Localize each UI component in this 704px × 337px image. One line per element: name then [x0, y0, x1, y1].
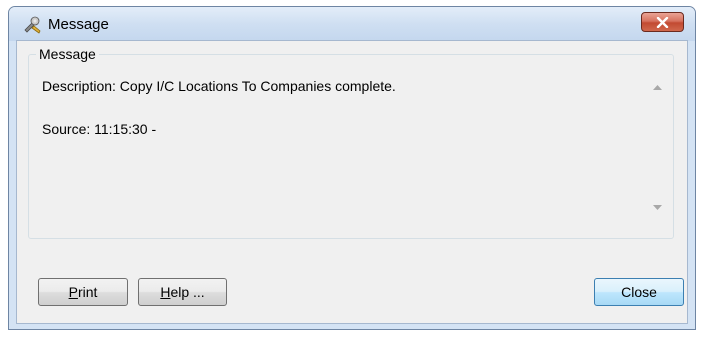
print-button[interactable]: Print — [38, 278, 128, 306]
window-close-button[interactable] — [641, 12, 684, 32]
help-button[interactable]: Help ... — [138, 278, 227, 306]
scroll-down-icon — [652, 204, 662, 210]
help-accel: H — [160, 284, 171, 300]
message-source: Source: 11:15:30 - — [42, 121, 157, 137]
scroll-up-icon — [652, 84, 662, 90]
print-accel: P — [68, 284, 78, 300]
dialog-client-area: Message Description: Copy I/C Locations … — [16, 40, 688, 324]
message-description: Description: Copy I/C Locations To Compa… — [42, 78, 396, 94]
close-x-icon — [656, 16, 669, 28]
help-label: elp ... — [170, 284, 205, 300]
scroll-down-arrow[interactable] — [648, 199, 666, 215]
close-button[interactable]: Close — [594, 278, 684, 306]
print-label: rint — [77, 284, 98, 300]
title-bar[interactable]: Message — [9, 7, 695, 41]
wrench-tools-icon — [22, 15, 42, 35]
groupbox-legend: Message — [36, 45, 99, 63]
message-groupbox: Message Description: Copy I/C Locations … — [28, 45, 674, 239]
scroll-up-arrow[interactable] — [648, 79, 666, 95]
window-title: Message — [48, 16, 109, 33]
message-dialog: Message Message Description: Copy I/C Lo… — [8, 6, 696, 330]
